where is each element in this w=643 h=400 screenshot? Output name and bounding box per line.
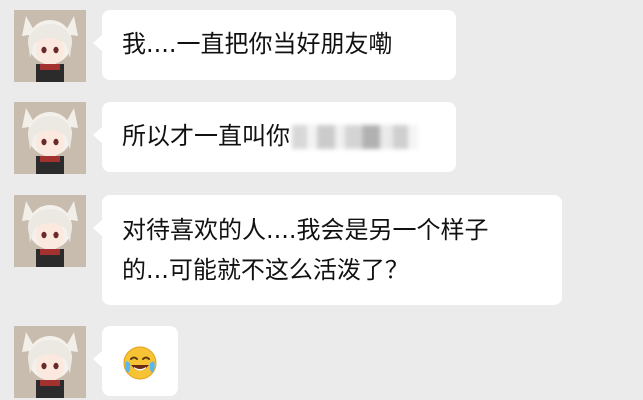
message-text-line: 的...可能就不这么活泼了？ [122,256,409,284]
avatar[interactable] [14,102,86,174]
redacted-name-blur [292,125,418,149]
message-bubble[interactable]: 所以才一直叫你 [93,102,456,172]
face-with-tears-of-joy-icon [122,345,158,381]
message-bubble[interactable]: 对待喜欢的人....我会是另一个样子 的...可能就不这么活泼了？ [93,195,562,305]
message-bubble[interactable] [93,326,178,396]
avatar[interactable] [14,10,86,82]
message-text-line: 对待喜欢的人....我会是另一个样子 [122,216,489,244]
avatar[interactable] [14,195,86,267]
chat-message-list: 我....一直把你当好朋友嘞 所以才一直叫你 对待喜欢的人....我会是另一个样… [0,0,643,400]
message-text: 我....一直把你当好朋友嘞 [122,30,393,58]
avatar[interactable] [14,326,86,398]
message-text: 所以才一直叫你 [122,122,290,150]
message-bubble[interactable]: 我....一直把你当好朋友嘞 [93,10,456,80]
